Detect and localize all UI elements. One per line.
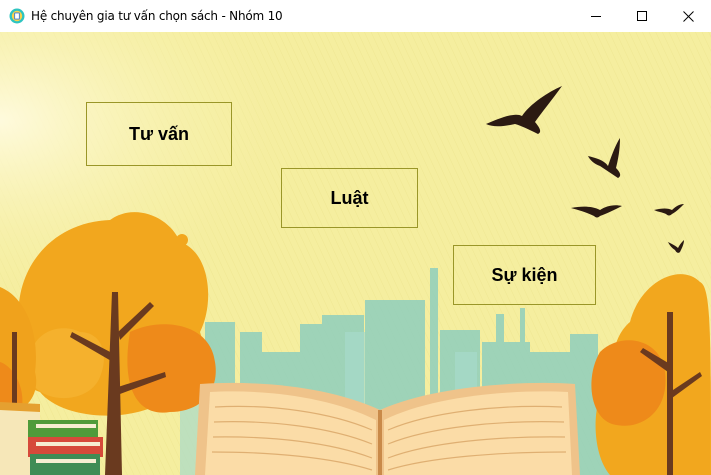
- minimize-button[interactable]: [573, 0, 619, 32]
- window-title: Hệ chuyên gia tư vấn chọn sách - Nhóm 10: [31, 9, 283, 23]
- consult-button[interactable]: Tư vấn: [86, 102, 232, 166]
- maximize-button[interactable]: [619, 0, 665, 32]
- app-icon: [9, 8, 25, 24]
- rules-button[interactable]: Luật: [281, 168, 418, 228]
- main-panel: Tư vấn Luật Sự kiện: [0, 32, 711, 475]
- events-button[interactable]: Sự kiện: [453, 245, 596, 305]
- title-bar[interactable]: Hệ chuyên gia tư vấn chọn sách - Nhóm 10: [0, 0, 711, 32]
- close-button[interactable]: [665, 0, 711, 32]
- app-window: Hệ chuyên gia tư vấn chọn sách - Nhóm 10: [0, 0, 711, 475]
- background-illustration: [0, 32, 711, 475]
- minimize-icon: [591, 16, 601, 17]
- close-icon: [682, 10, 694, 22]
- maximize-icon: [637, 11, 647, 21]
